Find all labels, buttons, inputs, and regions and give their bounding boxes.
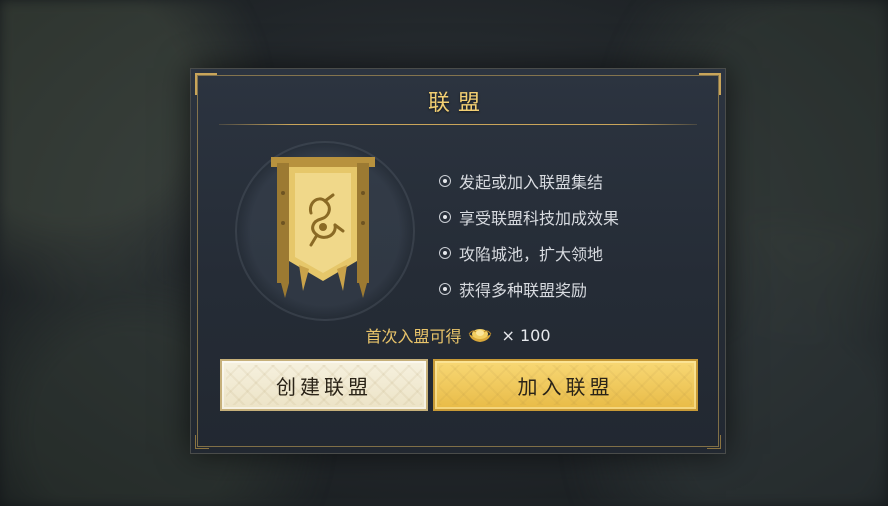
create-alliance-label: 创建联盟 — [276, 374, 372, 399]
feature-text: 攻陷城池，扩大领地 — [459, 245, 604, 264]
feature-item: 获得多种联盟奖励 — [439, 271, 619, 307]
alliance-banner-icon — [271, 157, 375, 298]
alliance-dialog: 联盟 发起或加入联盟集结 享受联盟科技加成效果 攻陷城池，扩大领地 获得多种联盟… — [190, 68, 726, 454]
corner-ornament — [707, 435, 721, 449]
join-alliance-button[interactable]: 加入联盟 — [433, 359, 698, 411]
bullet-icon — [439, 211, 451, 223]
corner-ornament — [195, 435, 209, 449]
feature-item: 享受联盟科技加成效果 — [439, 199, 619, 235]
title-divider — [219, 124, 697, 125]
feature-item: 攻陷城池，扩大领地 — [439, 235, 619, 271]
feature-item: 发起或加入联盟集结 — [439, 163, 619, 199]
feature-list: 发起或加入联盟集结 享受联盟科技加成效果 攻陷城池，扩大领地 获得多种联盟奖励 — [439, 163, 619, 307]
feature-text: 获得多种联盟奖励 — [459, 281, 588, 300]
feature-text: 发起或加入联盟集结 — [459, 173, 604, 192]
dialog-title: 联盟 — [427, 91, 488, 116]
feature-text: 享受联盟科技加成效果 — [459, 209, 620, 228]
bullet-icon — [439, 175, 451, 187]
bullet-icon — [439, 247, 451, 259]
join-alliance-label: 加入联盟 — [517, 374, 614, 399]
reward-label: 首次入盟可得 — [365, 327, 462, 346]
reward-amount: × 100 — [501, 325, 551, 345]
bullet-icon — [439, 283, 451, 295]
first-join-reward: 首次入盟可得 × 100 — [191, 323, 725, 347]
gold-ingot-icon — [469, 329, 492, 342]
create-alliance-button[interactable]: 创建联盟 — [220, 359, 428, 411]
